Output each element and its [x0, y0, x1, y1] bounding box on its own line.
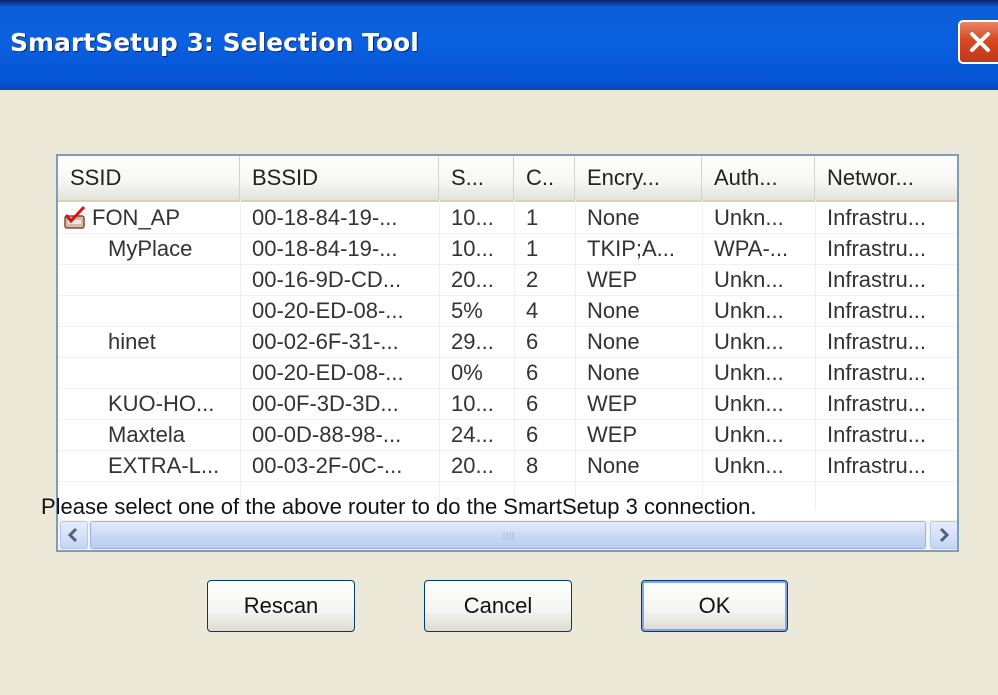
- list-cell: Unkn...: [714, 329, 784, 354]
- title-bar[interactable]: SmartSetup 3: Selection Tool: [0, 0, 998, 90]
- instruction-text: Please select one of the above router to…: [41, 494, 757, 519]
- list-cell: 00-02-6F-31-...: [252, 329, 399, 354]
- dialog-client-area: SSID BSSID S... C.. Encry... Auth... Net…: [8, 90, 998, 695]
- list-cell: WEP: [587, 422, 638, 447]
- list-cell: Infrastru...: [827, 391, 927, 416]
- list-cell: WEP: [587, 391, 638, 416]
- list-item[interactable]: 00-16-9D-CD... 20... 2 WEP Unkn... Infrastru.…: [58, 264, 957, 295]
- list-item[interactable]: MyPlace 00-18-84-19-... 10... 1 TKIP;A... WPA…: [58, 233, 957, 264]
- ok-button[interactable]: OK: [641, 580, 788, 632]
- list-cell: Unkn...: [714, 453, 784, 478]
- column-header-authentication[interactable]: Auth...: [702, 156, 815, 200]
- list-item[interactable]: EXTRA-L... 00-03-2F-0C-... 20... 8 None Unkn.…: [58, 450, 957, 481]
- list-cell: 20...: [451, 267, 494, 292]
- list-cell: 00-20-ED-08-...: [252, 360, 404, 385]
- row-divider: [58, 481, 957, 482]
- list-cell: Unkn...: [714, 391, 784, 416]
- list-cell: [58, 295, 240, 326]
- list-cell: None: [587, 329, 640, 354]
- list-cell: Unkn...: [714, 205, 784, 230]
- list-cell: None: [587, 453, 640, 478]
- list-item[interactable]: 00-20-ED-08-... 0% 6 None Unkn... Infrastru..…: [58, 357, 957, 388]
- scrollbar-thumb[interactable]: [90, 521, 926, 549]
- column-header-bssid[interactable]: BSSID: [240, 156, 439, 200]
- list-item[interactable]: Maxtela 00-0D-88-98-... 24... 6 WEP Unkn... In…: [58, 419, 957, 450]
- list-cell: Unkn...: [714, 360, 784, 385]
- list-cell: Infrastru...: [827, 329, 927, 354]
- arrow-left-icon: [67, 527, 78, 543]
- list-cell: 1: [526, 205, 539, 230]
- list-cell: EXTRA-L...: [108, 453, 220, 478]
- list-cell: None: [587, 360, 640, 385]
- list-cell: KUO-HO...: [108, 391, 215, 416]
- list-cell: [58, 357, 240, 388]
- column-header-channel[interactable]: C..: [514, 156, 575, 200]
- list-item[interactable]: hinet 00-02-6F-31-... 29... 6 None Unkn... Inf…: [58, 326, 957, 357]
- scroll-left-button[interactable]: [60, 521, 88, 549]
- list-cell: 10...: [451, 205, 494, 230]
- list-cell: 0%: [451, 360, 483, 385]
- column-header-network-type[interactable]: Networ...: [815, 156, 957, 200]
- column-header-ssid[interactable]: SSID: [58, 156, 240, 200]
- list-cell: 8: [526, 453, 539, 478]
- list-cell: Infrastru...: [827, 267, 927, 292]
- list-cell: 00-18-84-19-...: [252, 205, 398, 230]
- network-list[interactable]: SSID BSSID S... C.. Encry... Auth... Net…: [56, 154, 959, 552]
- list-item[interactable]: 00-20-ED-08-... 5% 4 None Unkn... Infrastru..…: [58, 295, 957, 326]
- list-cell: WPA-...: [714, 236, 789, 261]
- dialog-window: SmartSetup 3: Selection Tool SSID BSSID …: [0, 0, 998, 695]
- list-cell: 6: [526, 422, 539, 447]
- window-title: SmartSetup 3: Selection Tool: [10, 28, 419, 57]
- list-cell: 6: [526, 360, 539, 385]
- list-cell: 4: [526, 298, 539, 323]
- list-cell: Unkn...: [714, 422, 784, 447]
- list-cell: TKIP;A...: [587, 236, 676, 261]
- list-cell: 29...: [451, 329, 494, 354]
- list-cell: 1: [526, 236, 539, 261]
- list-cell: hinet: [108, 329, 156, 354]
- list-cell: 5%: [451, 298, 483, 323]
- list-cell: 10...: [451, 391, 494, 416]
- list-cell: Infrastru...: [827, 236, 927, 261]
- list-cell: WEP: [587, 267, 638, 292]
- list-cell: Infrastru...: [827, 298, 927, 323]
- column-header-signal[interactable]: S...: [439, 156, 514, 200]
- list-cell: 00-0F-3D-3D...: [252, 391, 399, 416]
- list-header: SSID BSSID S... C.. Encry... Auth... Net…: [58, 156, 957, 202]
- list-cell: 6: [526, 391, 539, 416]
- horizontal-scrollbar[interactable]: [58, 520, 957, 550]
- list-cell: Infrastru...: [827, 453, 927, 478]
- list-cell: 00-16-9D-CD...: [252, 267, 402, 292]
- list-cell: None: [587, 298, 640, 323]
- cancel-button[interactable]: Cancel: [424, 580, 572, 632]
- list-cell: 00-0D-88-98-...: [252, 422, 402, 447]
- list-cell: 6: [526, 329, 539, 354]
- close-icon: [970, 32, 990, 52]
- arrow-right-icon: [939, 527, 950, 543]
- list-cell: Infrastru...: [827, 360, 927, 385]
- list-cell: 24...: [451, 422, 494, 447]
- list-cell: 00-20-ED-08-...: [252, 298, 404, 323]
- list-cell: [58, 264, 240, 295]
- close-button[interactable]: [958, 20, 998, 64]
- list-cell: 00-18-84-19-...: [252, 236, 398, 261]
- list-cell: 10...: [451, 236, 494, 261]
- scroll-right-button[interactable]: [930, 521, 957, 549]
- list-cell: Infrastru...: [827, 205, 927, 230]
- list-cell: MyPlace: [108, 236, 193, 261]
- rescan-button[interactable]: Rescan: [207, 580, 355, 632]
- list-cell: 2: [526, 267, 539, 292]
- list-cell: 20...: [451, 453, 494, 478]
- grip-icon: [503, 532, 514, 540]
- list-item[interactable]: FON_AP 00-18-84-19-... 10... 1 None Unkn... In…: [58, 202, 957, 233]
- list-cell: Unkn...: [714, 267, 784, 292]
- list-cell: None: [587, 205, 640, 230]
- column-header-encryption[interactable]: Encry...: [575, 156, 702, 200]
- list-cell: Maxtela: [108, 422, 186, 447]
- check-network-icon: [64, 205, 86, 229]
- list-cell: 00-03-2F-0C-...: [252, 453, 403, 478]
- list-cell: Unkn...: [714, 298, 784, 323]
- list-cell: Infrastru...: [827, 422, 927, 447]
- list-item[interactable]: KUO-HO... 00-0F-3D-3D... 10... 6 WEP Unkn... I…: [58, 388, 957, 419]
